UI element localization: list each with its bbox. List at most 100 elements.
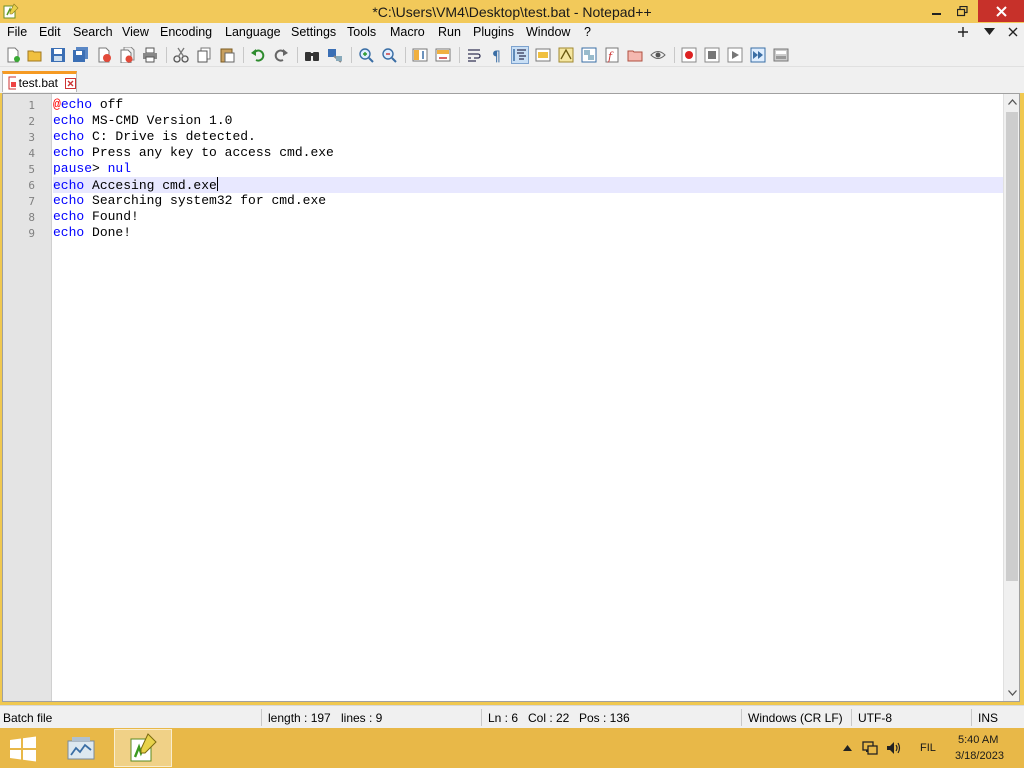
- keyword-token: echo: [53, 178, 85, 193]
- code-line[interactable]: echo MS-CMD Version 1.0: [53, 113, 1003, 129]
- save-button[interactable]: [49, 46, 67, 64]
- status-separator: [481, 709, 482, 726]
- record-macro-button[interactable]: [680, 46, 698, 64]
- run-macro-multiple-button[interactable]: [749, 46, 767, 64]
- code-line[interactable]: echo Press any key to access cmd.exe: [53, 145, 1003, 161]
- volume-tray-button[interactable]: [886, 741, 902, 755]
- function-list-button[interactable]: f: [603, 46, 621, 64]
- menu-run[interactable]: Run: [438, 25, 461, 39]
- menu-macro[interactable]: Macro: [390, 25, 425, 39]
- code-line[interactable]: echo Done!: [53, 225, 1003, 241]
- tab-close-button[interactable]: [65, 77, 76, 89]
- save-macro-button[interactable]: [772, 46, 790, 64]
- zoom-out-button[interactable]: [380, 46, 398, 64]
- document-list-icon: [581, 47, 597, 63]
- code-line[interactable]: echo Searching system32 for cmd.exe: [53, 193, 1003, 209]
- taskbar-server-manager[interactable]: [52, 729, 110, 767]
- new-file-icon: [7, 47, 20, 63]
- folder-workspace-button[interactable]: [626, 46, 644, 64]
- zoom-in-button[interactable]: [357, 46, 375, 64]
- restore-button[interactable]: [947, 0, 977, 22]
- line-number: 6: [28, 179, 35, 192]
- save-macro-icon: [773, 48, 789, 62]
- copy-button[interactable]: [195, 46, 213, 64]
- taskbar-notepadpp[interactable]: [114, 729, 172, 767]
- save-all-button[interactable]: [72, 46, 90, 64]
- editor-pane[interactable]: 123456789 @echo off echo MS-CMD Version 1…: [2, 93, 1020, 702]
- code-line[interactable]: @echo off: [53, 97, 1003, 113]
- document-map-icon: [558, 47, 574, 63]
- clock-time[interactable]: 5:40 AM: [958, 734, 998, 746]
- cut-button[interactable]: [172, 46, 190, 64]
- monitoring-button[interactable]: [649, 46, 667, 64]
- close-window-button[interactable]: [978, 0, 1024, 22]
- show-hidden-icons-button[interactable]: [839, 741, 855, 755]
- user-defined-language-button[interactable]: [534, 46, 552, 64]
- undo-icon: [251, 49, 265, 62]
- tab-bar: test.bat: [0, 67, 1024, 93]
- status-encoding[interactable]: UTF-8: [858, 711, 892, 725]
- stop-macro-button[interactable]: [703, 46, 721, 64]
- menu-search[interactable]: Search: [73, 25, 113, 39]
- menu-edit[interactable]: Edit: [39, 25, 61, 39]
- word-wrap-button[interactable]: [465, 46, 483, 64]
- network-tray-button[interactable]: [862, 741, 878, 755]
- input-language-indicator[interactable]: FIL: [920, 742, 936, 754]
- document-map-button[interactable]: [557, 46, 575, 64]
- menu-language[interactable]: Language: [225, 25, 281, 39]
- tab-test-bat[interactable]: test.bat: [2, 71, 77, 92]
- code-line[interactable]: echo C: Drive is detected.: [53, 129, 1003, 145]
- vertical-scrollbar[interactable]: [1003, 94, 1019, 701]
- clock-date[interactable]: 3/18/2023: [955, 750, 1004, 762]
- close-document-button[interactable]: [1005, 24, 1021, 40]
- status-separator: [741, 709, 742, 726]
- code-line-current[interactable]: echo Accesing cmd.exe: [53, 177, 1003, 193]
- sync-horizontal-button[interactable]: [434, 46, 452, 64]
- menu-view[interactable]: View: [122, 25, 149, 39]
- close-all-button[interactable]: [118, 46, 136, 64]
- undo-button[interactable]: [249, 46, 267, 64]
- status-eol[interactable]: Windows (CR LF): [748, 711, 843, 725]
- udl-icon: [535, 48, 551, 62]
- code-area[interactable]: @echo off echo MS-CMD Version 1.0 echo C: …: [53, 94, 1003, 701]
- find-button[interactable]: [303, 46, 321, 64]
- menu-window[interactable]: Window: [526, 25, 570, 39]
- line-number: 4: [28, 147, 35, 160]
- code-line[interactable]: echo Found!: [53, 209, 1003, 225]
- line-number-gutter: 1 2 3 4 5 6 7 8 9: [3, 94, 52, 701]
- close-file-button[interactable]: [95, 46, 113, 64]
- show-all-characters-button[interactable]: ¶: [488, 46, 506, 64]
- status-separator: [851, 709, 852, 726]
- scroll-down-button[interactable]: [1004, 685, 1020, 701]
- open-file-button[interactable]: [26, 46, 44, 64]
- menu-help[interactable]: ?: [584, 25, 591, 39]
- status-insert-mode: INS: [978, 711, 999, 725]
- document-list-button[interactable]: [580, 46, 598, 64]
- sync-vertical-button[interactable]: [411, 46, 429, 64]
- paste-button[interactable]: [218, 46, 236, 64]
- scrollbar-thumb[interactable]: [1006, 112, 1018, 581]
- menu-encoding[interactable]: Encoding: [160, 25, 212, 39]
- menu-plugins[interactable]: Plugins: [473, 25, 514, 39]
- text-token: MS-CMD Version 1.0: [84, 113, 233, 128]
- menu-settings[interactable]: Settings: [291, 25, 336, 39]
- start-button[interactable]: [8, 736, 40, 762]
- scroll-up-button[interactable]: [1004, 94, 1020, 110]
- indent-guide-icon: [513, 49, 526, 61]
- menu-file[interactable]: File: [7, 25, 27, 39]
- paste-icon: [220, 48, 235, 63]
- keyword-token: echo: [53, 209, 85, 224]
- menu-tools[interactable]: Tools: [347, 25, 376, 39]
- notepadpp-icon: [130, 733, 157, 762]
- new-tab-button[interactable]: [955, 24, 971, 40]
- replace-button[interactable]: [326, 46, 344, 64]
- code-line[interactable]: pause> nul: [53, 161, 1003, 177]
- print-button[interactable]: [141, 46, 159, 64]
- indent-guide-button[interactable]: [511, 46, 529, 64]
- chevron-up-icon: [842, 745, 852, 751]
- windows-logo-icon: [10, 736, 36, 762]
- new-file-button[interactable]: [4, 46, 22, 64]
- redo-button[interactable]: [272, 46, 290, 64]
- play-macro-button[interactable]: [726, 46, 744, 64]
- tab-list-button[interactable]: [981, 24, 997, 40]
